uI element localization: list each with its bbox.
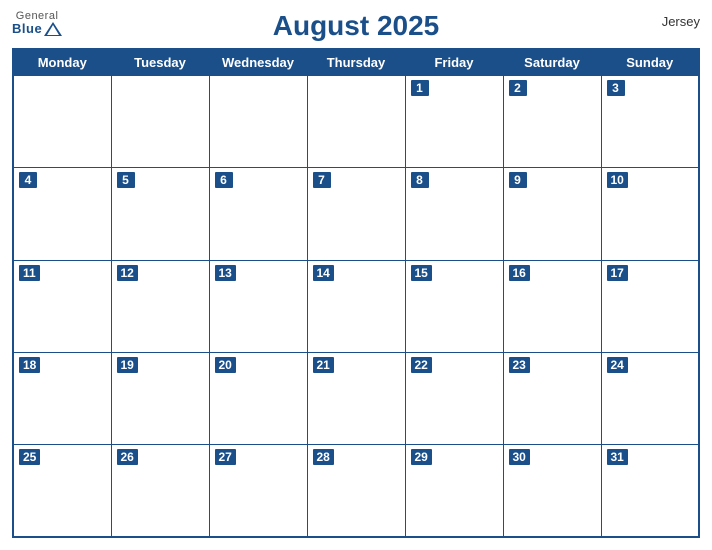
day-number: 6 [215, 172, 233, 188]
month-title: August 2025 [273, 10, 440, 42]
day-number: 9 [509, 172, 527, 188]
day-cell: 20 [209, 352, 307, 444]
calendar-table: Monday Tuesday Wednesday Thursday Friday… [12, 48, 700, 538]
day-number: 17 [607, 265, 628, 281]
day-number: 21 [313, 357, 334, 373]
day-cell: 3 [601, 76, 699, 168]
day-cell: 16 [503, 260, 601, 352]
day-number: 19 [117, 357, 138, 373]
day-number: 4 [19, 172, 37, 188]
day-number: 13 [215, 265, 236, 281]
day-cell: 9 [503, 168, 601, 260]
day-cell [307, 76, 405, 168]
day-cell: 27 [209, 445, 307, 537]
day-number: 7 [313, 172, 331, 188]
day-number: 25 [19, 449, 40, 465]
day-number: 26 [117, 449, 138, 465]
region-label: Jersey [662, 14, 700, 29]
header-thursday: Thursday [307, 49, 405, 76]
day-number: 22 [411, 357, 432, 373]
week-row-4: 18 19 20 21 22 23 24 [13, 352, 699, 444]
day-cell: 23 [503, 352, 601, 444]
day-cell: 5 [111, 168, 209, 260]
day-number: 8 [411, 172, 429, 188]
day-cell: 18 [13, 352, 111, 444]
day-number: 28 [313, 449, 334, 465]
day-number: 5 [117, 172, 135, 188]
header-sunday: Sunday [601, 49, 699, 76]
header-tuesday: Tuesday [111, 49, 209, 76]
day-cell: 21 [307, 352, 405, 444]
day-cell: 26 [111, 445, 209, 537]
day-number: 20 [215, 357, 236, 373]
day-cell: 22 [405, 352, 503, 444]
day-cell: 7 [307, 168, 405, 260]
week-row-5: 25 26 27 28 29 30 31 [13, 445, 699, 537]
day-number: 12 [117, 265, 138, 281]
day-cell: 25 [13, 445, 111, 537]
header-friday: Friday [405, 49, 503, 76]
day-cell: 11 [13, 260, 111, 352]
day-cell: 15 [405, 260, 503, 352]
day-number: 27 [215, 449, 236, 465]
day-cell: 31 [601, 445, 699, 537]
day-cell: 29 [405, 445, 503, 537]
day-cell: 19 [111, 352, 209, 444]
day-cell: 4 [13, 168, 111, 260]
header-saturday: Saturday [503, 49, 601, 76]
day-cell: 8 [405, 168, 503, 260]
day-number: 31 [607, 449, 628, 465]
logo-icon [44, 22, 62, 36]
day-cell: 17 [601, 260, 699, 352]
day-number: 15 [411, 265, 432, 281]
day-cell: 1 [405, 76, 503, 168]
day-cell: 6 [209, 168, 307, 260]
day-number: 29 [411, 449, 432, 465]
day-number: 10 [607, 172, 628, 188]
calendar-page: General Blue August 2025 Jersey Monday T… [0, 0, 712, 550]
day-cell: 24 [601, 352, 699, 444]
day-cell: 12 [111, 260, 209, 352]
calendar-header: General Blue August 2025 Jersey [12, 10, 700, 42]
week-row-2: 4 5 6 7 8 9 10 [13, 168, 699, 260]
header-monday: Monday [13, 49, 111, 76]
week-row-3: 11 12 13 14 15 16 17 [13, 260, 699, 352]
weekday-header-row: Monday Tuesday Wednesday Thursday Friday… [13, 49, 699, 76]
day-number: 3 [607, 80, 625, 96]
day-number: 16 [509, 265, 530, 281]
logo: General Blue [12, 10, 62, 36]
day-cell: 10 [601, 168, 699, 260]
week-row-1: 1 2 3 [13, 76, 699, 168]
day-number: 30 [509, 449, 530, 465]
day-number: 11 [19, 265, 40, 281]
logo-blue-text: Blue [12, 22, 42, 36]
day-cell: 30 [503, 445, 601, 537]
day-cell: 13 [209, 260, 307, 352]
day-cell: 14 [307, 260, 405, 352]
day-cell: 28 [307, 445, 405, 537]
day-number: 24 [607, 357, 628, 373]
day-number: 14 [313, 265, 334, 281]
day-cell [111, 76, 209, 168]
day-number: 18 [19, 357, 40, 373]
day-cell [13, 76, 111, 168]
day-cell [209, 76, 307, 168]
day-number: 1 [411, 80, 429, 96]
header-wednesday: Wednesday [209, 49, 307, 76]
day-cell: 2 [503, 76, 601, 168]
day-number: 23 [509, 357, 530, 373]
day-number: 2 [509, 80, 527, 96]
